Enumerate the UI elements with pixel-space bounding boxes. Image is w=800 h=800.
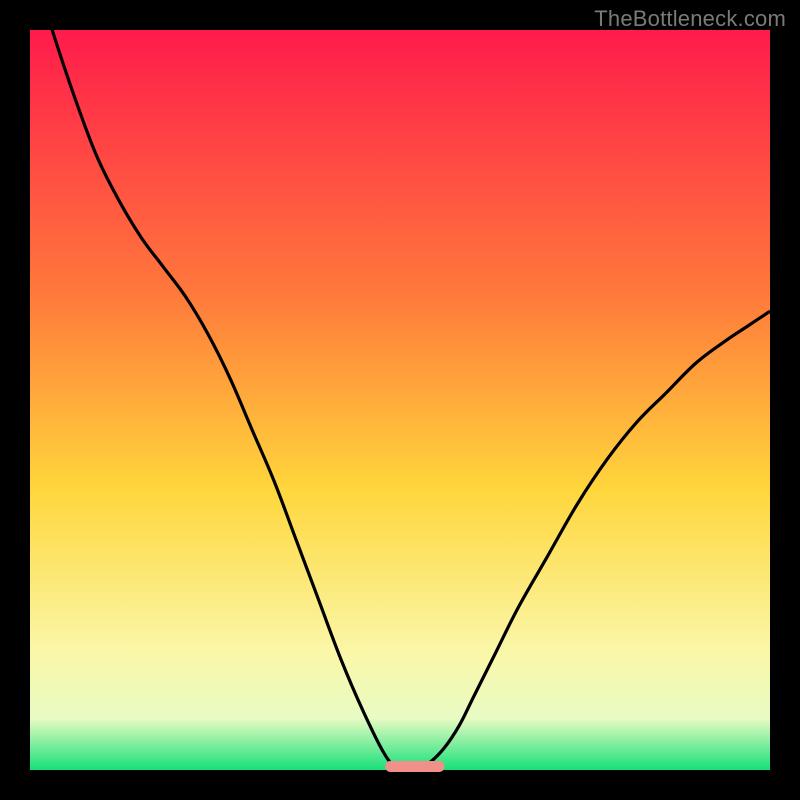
chart-frame: TheBottleneck.com	[0, 0, 800, 800]
watermark-text: TheBottleneck.com	[594, 6, 786, 32]
bottleneck-chart	[0, 0, 800, 800]
optimal-range-marker	[385, 761, 444, 772]
